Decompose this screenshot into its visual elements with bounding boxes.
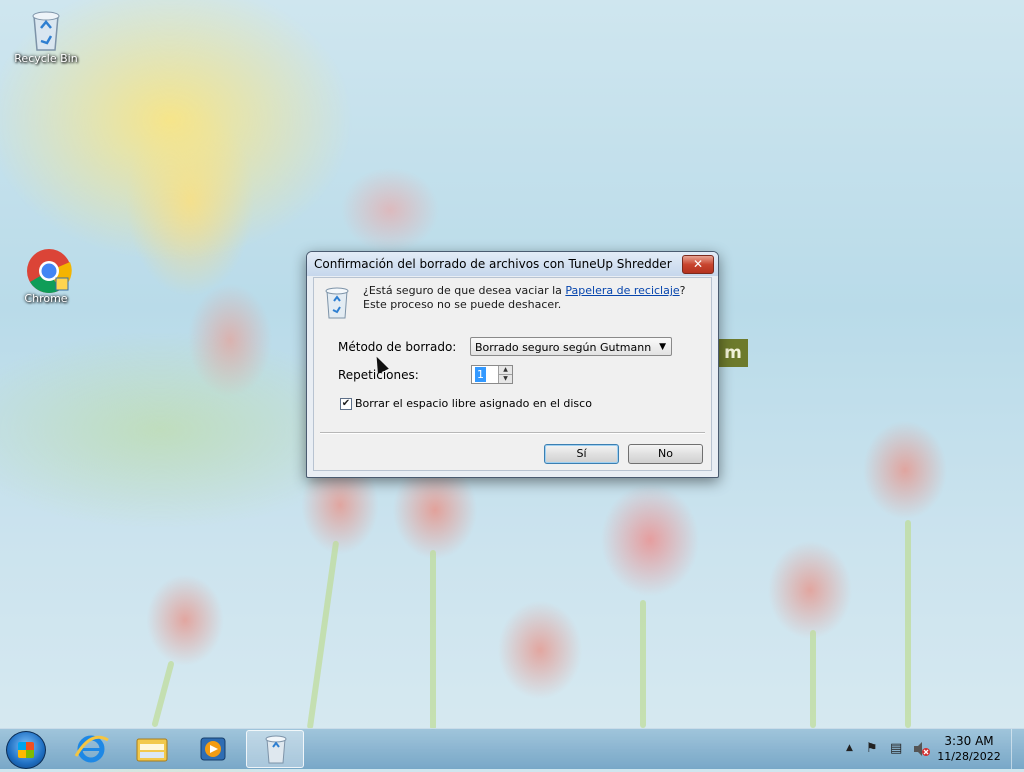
stepper-down-icon[interactable]: ▼ xyxy=(498,375,512,383)
taskbar-internet-explorer[interactable] xyxy=(62,730,120,768)
taskbar-file-explorer[interactable] xyxy=(122,730,180,768)
clock-date: 11/28/2022 xyxy=(937,750,1001,763)
taskbar-media-player[interactable] xyxy=(184,730,242,768)
wallpaper-stem xyxy=(810,630,816,728)
shredder-confirm-dialog: Confirmación del borrado de archivos con… xyxy=(306,251,719,478)
clock-time: 3:30 AM xyxy=(944,734,994,748)
wallpaper-stem xyxy=(151,660,175,728)
file-explorer-icon xyxy=(136,738,168,762)
dialog-title: Confirmación del borrado de archivos con… xyxy=(307,252,718,276)
desktop-icon-chrome[interactable]: Chrome xyxy=(8,248,84,305)
taskbar: ▲ ⚑ ▤ 3:30 AM 11/28/2022 xyxy=(0,728,1024,769)
dialog-divider xyxy=(320,432,705,434)
close-button[interactable]: ✕ xyxy=(682,255,714,274)
dialog-body: ¿Está seguro de que desea vaciar la Pape… xyxy=(313,277,712,471)
no-button[interactable]: No xyxy=(628,444,703,464)
desktop-icon-recycle-bin[interactable]: Recycle Bin xyxy=(8,8,84,65)
free-space-checkbox[interactable]: ✔ xyxy=(340,398,352,410)
internet-explorer-icon xyxy=(74,735,109,763)
chrome-icon xyxy=(26,248,72,293)
shredder-icon xyxy=(265,735,287,764)
background-window-fragment: m xyxy=(718,339,748,367)
stepper-up-icon[interactable]: ▲ xyxy=(498,366,512,375)
media-player-icon xyxy=(200,737,226,761)
desktop-icon-label: Recycle Bin xyxy=(14,52,78,65)
wallpaper-stem xyxy=(430,550,436,730)
action-center-flag-icon[interactable]: ⚑ xyxy=(866,741,878,756)
network-icon[interactable]: ▤ xyxy=(890,741,902,756)
wallpaper-stem xyxy=(905,520,911,728)
repetitions-stepper[interactable]: 1 ▲ ▼ xyxy=(471,365,513,384)
repetitions-input[interactable]: 1 xyxy=(475,367,486,382)
volume-muted-icon[interactable] xyxy=(913,741,931,761)
show-hidden-icons-icon[interactable]: ▲ xyxy=(846,743,853,753)
desktop-icon-label: Chrome xyxy=(24,292,68,305)
wallpaper-stem xyxy=(640,600,646,728)
windows-logo-icon xyxy=(18,742,34,758)
yes-button[interactable]: Sí xyxy=(544,444,619,464)
method-label: Método de borrado: xyxy=(338,340,457,354)
message-text: ¿Está seguro de que desea vaciar la xyxy=(363,284,566,297)
recycle-bin-link[interactable]: Papelera de reciclaje xyxy=(565,284,679,297)
confirmation-message: ¿Está seguro de que desea vaciar la Pape… xyxy=(363,284,693,312)
method-select[interactable]: Borrado seguro según Gutmann ▼ xyxy=(470,337,672,356)
chevron-down-icon: ▼ xyxy=(659,342,666,352)
taskbar-shredder-active[interactable] xyxy=(246,730,304,768)
show-desktop-button[interactable] xyxy=(1011,729,1024,769)
clock[interactable]: 3:30 AM 11/28/2022 xyxy=(934,734,1004,764)
recycle-bin-icon xyxy=(324,285,350,319)
method-select-value: Borrado seguro según Gutmann xyxy=(475,341,652,354)
start-button[interactable] xyxy=(6,731,46,769)
free-space-checkbox-label[interactable]: Borrar el espacio libre asignado en el d… xyxy=(355,397,592,410)
wallpaper-stem xyxy=(306,540,340,730)
recycle-bin-icon xyxy=(26,8,66,51)
